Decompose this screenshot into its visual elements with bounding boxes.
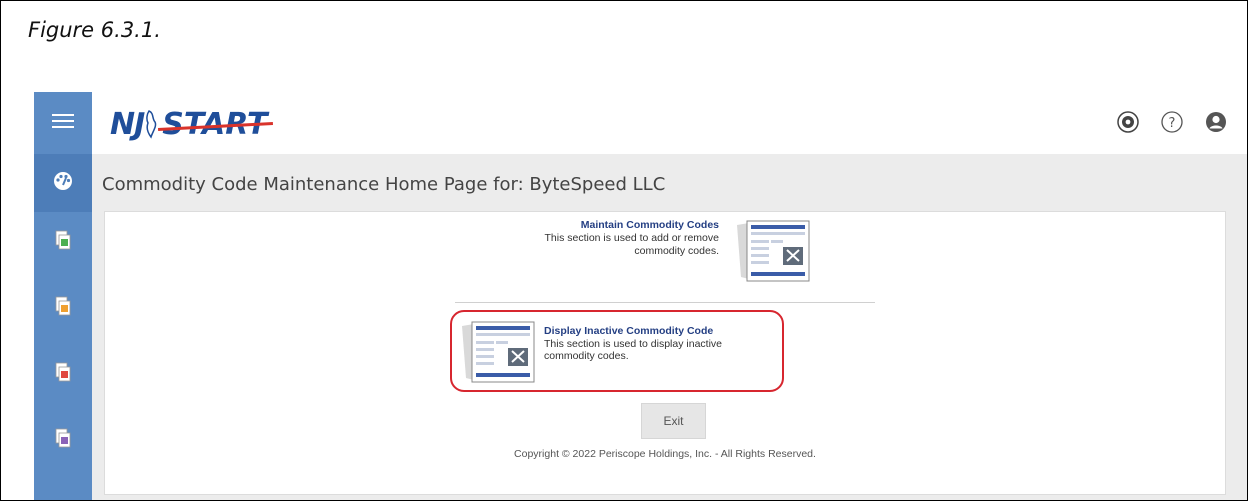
page-title: Commodity Code Maintenance Home Page for… (102, 174, 666, 195)
maintain-description-line2: commodity codes. (634, 245, 719, 257)
document-red-icon (54, 362, 72, 387)
display-inactive-description-line2: commodity codes. (544, 350, 629, 362)
logo-prefix: NJ (110, 106, 145, 142)
document-orange-icon (54, 296, 72, 321)
sidebar (34, 92, 92, 500)
content-panel: Maintain Commodity Codes This section is… (104, 211, 1226, 495)
user-icon[interactable] (1203, 109, 1229, 135)
sidebar-item-documents-green[interactable] (34, 214, 92, 270)
section-divider (455, 302, 875, 303)
exit-button[interactable]: Exit (641, 403, 706, 439)
document-purple-icon (54, 428, 72, 453)
display-inactive-commodity-code-link[interactable]: Display Inactive Commodity Code (544, 325, 722, 338)
display-inactive-text: Display Inactive Commodity Code This sec… (544, 325, 722, 363)
help-icon[interactable]: ? (1159, 109, 1185, 135)
display-inactive-icon[interactable] (462, 320, 536, 384)
copyright-text: Copyright © 2022 Periscope Holdings, Inc… (514, 448, 816, 460)
figure-caption: Figure 6.3.1. (28, 18, 161, 42)
header-icons: ? (1115, 109, 1229, 135)
figure-frame: Figure 6.3.1. NJ START ? Commodity Code … (0, 0, 1248, 501)
maintain-commodity-codes-link[interactable]: Maintain Commodity Codes (544, 219, 719, 232)
dashboard-icon (52, 171, 74, 196)
maintain-codes-icon[interactable] (737, 219, 811, 283)
settings-icon[interactable] (1115, 109, 1141, 135)
nj-state-icon (146, 110, 157, 139)
maintain-description-line1: This section is used to add or remove (544, 232, 719, 244)
sidebar-item-documents-orange[interactable] (34, 280, 92, 336)
maintain-text: Maintain Commodity Codes This section is… (544, 219, 719, 258)
maintain-commodity-codes-section[interactable]: Maintain Commodity Codes This section is… (493, 219, 811, 287)
sidebar-item-documents-purple[interactable] (34, 412, 92, 468)
document-green-icon (54, 230, 72, 255)
main-content: Commodity Code Maintenance Home Page for… (92, 154, 1247, 500)
sidebar-item-documents-red[interactable] (34, 346, 92, 402)
svg-text:?: ? (1169, 116, 1176, 131)
display-inactive-commodity-code-section[interactable]: Display Inactive Commodity Code This sec… (450, 310, 784, 392)
logo-word: START (162, 106, 268, 142)
display-inactive-description-line1: This section is used to display inactive (544, 337, 723, 350)
menu-button[interactable] (34, 92, 92, 154)
njstart-logo[interactable]: NJ START (110, 106, 267, 142)
app-header: NJ START ? (92, 92, 1247, 155)
sidebar-item-dashboard[interactable] (34, 154, 92, 212)
menu-icon (52, 112, 74, 135)
